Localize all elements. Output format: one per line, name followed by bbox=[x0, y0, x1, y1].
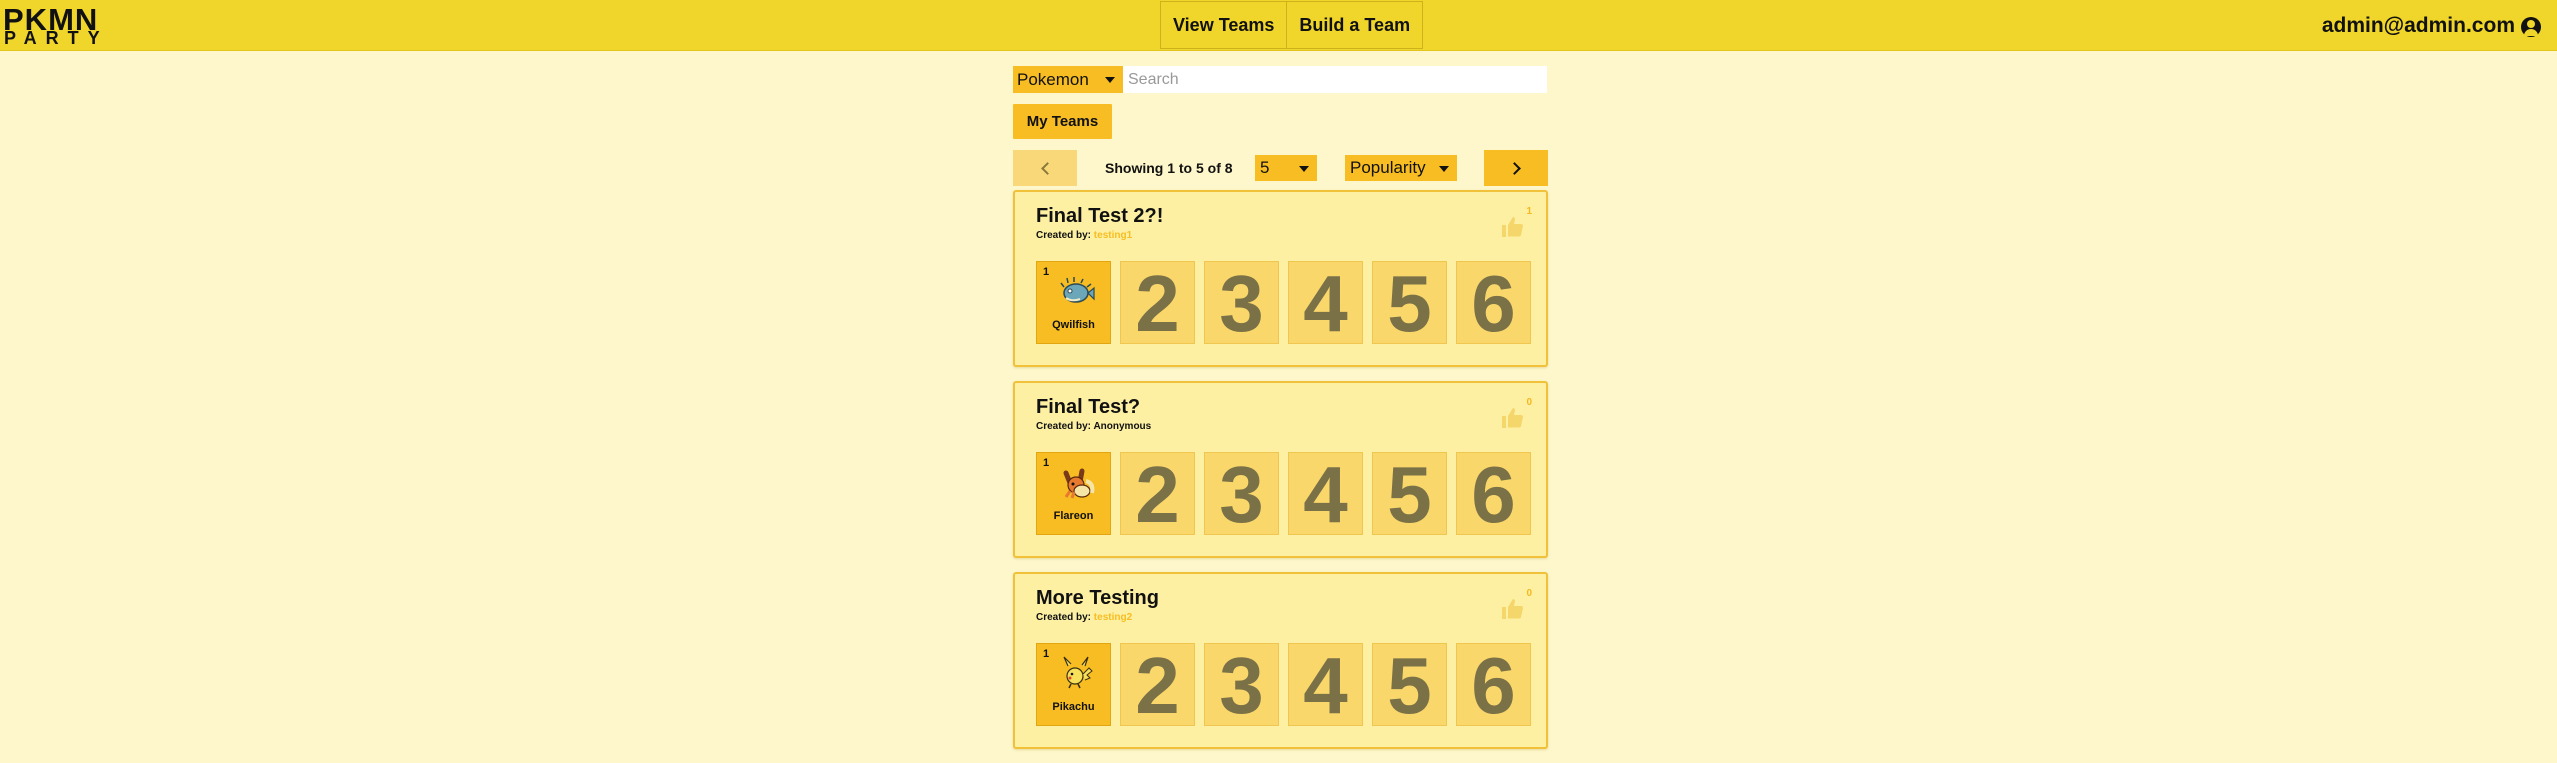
empty-slot[interactable]: 3 bbox=[1204, 261, 1279, 344]
slot-number: 4 bbox=[1303, 640, 1348, 730]
main-nav: View Teams Build a Team bbox=[1160, 1, 1424, 49]
slot-number: 6 bbox=[1471, 449, 1516, 539]
pkmn-party-logo[interactable]: PKMN PARTY bbox=[3, 3, 107, 48]
empty-slot[interactable]: 5 bbox=[1372, 452, 1447, 535]
created-by-label: Created by: bbox=[1036, 421, 1092, 432]
team-creator: Created by: Anonymous bbox=[1036, 421, 1151, 432]
team-card[interactable]: Final Test? Created by: Anonymous 0 1 Fl… bbox=[1013, 381, 1548, 558]
created-by-label: Created by: bbox=[1036, 612, 1092, 623]
creator-link[interactable]: testing2 bbox=[1094, 612, 1132, 623]
slot-number: 1 bbox=[1043, 266, 1050, 278]
team-title: More Testing bbox=[1036, 587, 1159, 609]
team-slots: 1 Flareon 2 3 4 5 6 bbox=[1036, 452, 1531, 535]
like-count: 0 bbox=[1526, 588, 1532, 599]
like-button[interactable]: 1 bbox=[1498, 206, 1534, 240]
slot-number: 2 bbox=[1135, 449, 1180, 539]
pokemon-slot[interactable]: 1 Flareon bbox=[1036, 452, 1111, 535]
search-bar: Pokemon bbox=[1013, 66, 1547, 93]
thumbs-up-icon bbox=[1502, 408, 1523, 428]
empty-slot[interactable]: 3 bbox=[1204, 452, 1279, 535]
showing-count: Showing 1 to 5 of 8 bbox=[1105, 160, 1233, 176]
empty-slot[interactable]: 2 bbox=[1120, 452, 1195, 535]
next-page-button[interactable] bbox=[1484, 150, 1548, 186]
user-email: admin@admin.com bbox=[2321, 13, 2515, 37]
slot-number: 2 bbox=[1135, 258, 1180, 348]
slot-number: 1 bbox=[1043, 648, 1050, 660]
team-creator: Created by: testing1 bbox=[1036, 230, 1132, 241]
empty-slot[interactable]: 6 bbox=[1456, 452, 1531, 535]
account-circle-icon[interactable] bbox=[2521, 16, 2541, 37]
slot-number: 3 bbox=[1219, 640, 1264, 730]
slot-number: 1 bbox=[1043, 457, 1050, 469]
slot-number: 2 bbox=[1135, 640, 1180, 730]
chevron-left-icon bbox=[1040, 161, 1054, 175]
caret-down-icon bbox=[1439, 166, 1449, 172]
top-bar: PKMN PARTY View Teams Build a Team admin… bbox=[0, 0, 2557, 51]
team-card[interactable]: More Testing Created by: testing2 0 1 Pi… bbox=[1013, 572, 1548, 749]
pokemon-slot[interactable]: 1 Pikachu bbox=[1036, 643, 1111, 726]
creator-name: Anonymous bbox=[1093, 421, 1152, 432]
user-menu[interactable]: admin@admin.com bbox=[2322, 0, 2541, 51]
slot-number: 5 bbox=[1387, 258, 1432, 348]
search-type-value: Pokemon bbox=[1017, 69, 1089, 89]
empty-slot[interactable]: 5 bbox=[1372, 643, 1447, 726]
slot-number: 5 bbox=[1387, 640, 1432, 730]
like-button[interactable]: 0 bbox=[1498, 588, 1534, 622]
previous-page-button[interactable] bbox=[1013, 150, 1077, 186]
team-title: Final Test 2?! bbox=[1036, 205, 1164, 227]
pokemon-name: Pikachu bbox=[1052, 701, 1095, 713]
search-type-select[interactable]: Pokemon bbox=[1013, 66, 1123, 93]
team-title: Final Test? bbox=[1036, 396, 1141, 418]
flareon-sprite-icon bbox=[1063, 468, 1095, 499]
slot-number: 5 bbox=[1387, 449, 1432, 539]
slot-number: 3 bbox=[1219, 258, 1264, 348]
empty-slot[interactable]: 6 bbox=[1456, 261, 1531, 344]
slot-number: 4 bbox=[1303, 449, 1348, 539]
chevron-right-icon bbox=[1507, 161, 1521, 175]
like-count: 1 bbox=[1526, 206, 1532, 217]
search-input[interactable] bbox=[1123, 66, 1547, 93]
my-teams-button[interactable]: My Teams bbox=[1013, 104, 1112, 139]
like-count: 0 bbox=[1526, 397, 1532, 408]
slot-number: 6 bbox=[1471, 640, 1516, 730]
slot-number: 6 bbox=[1471, 258, 1516, 348]
slot-number: 3 bbox=[1219, 449, 1264, 539]
per-page-select[interactable]: 5 bbox=[1255, 155, 1317, 181]
build-a-team-button[interactable]: Build a Team bbox=[1287, 1, 1424, 49]
team-slots: 1 Pikachu 2 3 4 5 6 bbox=[1036, 643, 1531, 726]
pokemon-slot[interactable]: 1 Qwilfish bbox=[1036, 261, 1111, 344]
empty-slot[interactable]: 6 bbox=[1456, 643, 1531, 726]
pagination-bar: Showing 1 to 5 of 8 5 Popularity bbox=[1013, 150, 1548, 186]
qwilfish-sprite-icon bbox=[1060, 277, 1095, 303]
caret-down-icon bbox=[1105, 77, 1115, 83]
caret-down-icon bbox=[1299, 166, 1309, 172]
empty-slot[interactable]: 5 bbox=[1372, 261, 1447, 344]
creator-link[interactable]: testing1 bbox=[1094, 230, 1132, 241]
empty-slot[interactable]: 3 bbox=[1204, 643, 1279, 726]
pokemon-name: Flareon bbox=[1053, 510, 1094, 522]
pokemon-name: Qwilfish bbox=[1052, 319, 1095, 331]
sort-value: Popularity bbox=[1350, 158, 1426, 177]
sort-select[interactable]: Popularity bbox=[1345, 155, 1457, 181]
created-by-label: Created by: bbox=[1036, 230, 1092, 241]
team-slots: 1 Qwilfish 2 3 4 5 6 bbox=[1036, 261, 1531, 344]
empty-slot[interactable]: 2 bbox=[1120, 643, 1195, 726]
view-teams-button[interactable]: View Teams bbox=[1160, 1, 1288, 49]
thumbs-up-icon bbox=[1502, 599, 1523, 619]
empty-slot[interactable]: 4 bbox=[1288, 643, 1363, 726]
per-page-value: 5 bbox=[1260, 158, 1270, 177]
empty-slot[interactable]: 2 bbox=[1120, 261, 1195, 344]
team-card[interactable]: Final Test 2?! Created by: testing1 1 1 … bbox=[1013, 190, 1548, 367]
pikachu-sprite-icon bbox=[1063, 656, 1093, 689]
team-creator: Created by: testing2 bbox=[1036, 612, 1132, 623]
empty-slot[interactable]: 4 bbox=[1288, 261, 1363, 344]
empty-slot[interactable]: 4 bbox=[1288, 452, 1363, 535]
like-button[interactable]: 0 bbox=[1498, 397, 1534, 431]
thumbs-up-icon bbox=[1502, 217, 1523, 237]
logo-line-2: PARTY bbox=[4, 28, 109, 48]
slot-number: 4 bbox=[1303, 258, 1348, 348]
